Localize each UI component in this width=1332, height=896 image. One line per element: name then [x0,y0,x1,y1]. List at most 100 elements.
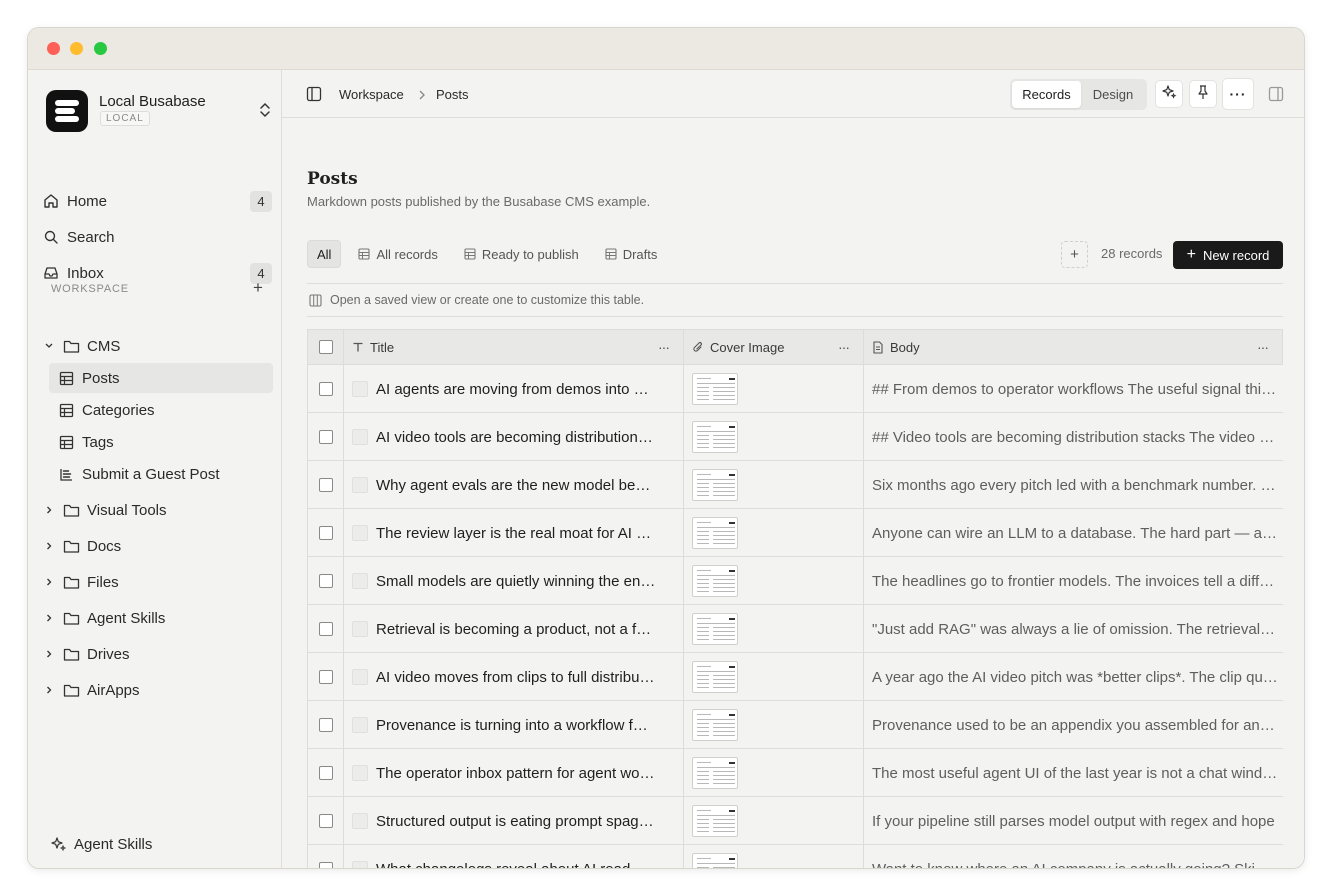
tree-item-categories[interactable]: Categories [49,395,273,425]
chevron-right-icon[interactable] [42,649,56,659]
row-expand-handle[interactable] [352,429,368,445]
title-cell[interactable]: Structured output is eating prompt spagh… [344,797,684,845]
cover-image-cell[interactable] [684,749,864,797]
title-cell[interactable]: Retrieval is becoming a product, not a f… [344,605,684,653]
breadcrumb-posts[interactable]: Posts [436,87,469,102]
body-cell[interactable]: Anyone can wire an LLM to a database. Th… [864,509,1283,557]
right-panel-toggle-icon[interactable] [1268,86,1284,107]
breadcrumb-workspace[interactable]: Workspace [339,87,404,102]
workspace-switcher[interactable]: Local Busabase LOCAL [46,90,272,134]
cover-thumbnail[interactable] [692,373,738,405]
select-all-checkbox[interactable] [318,340,333,354]
row-checkbox[interactable] [318,766,333,780]
cover-thumbnail[interactable] [692,661,738,693]
ai-sparkle-button[interactable] [1155,80,1183,108]
more-options-button[interactable]: ··· [1222,78,1254,110]
tree-folder-drives[interactable]: Drives [42,639,272,669]
body-cell[interactable]: A year ago the AI video pitch was *bette… [864,653,1283,701]
row-expand-handle[interactable] [352,573,368,589]
tree-folder-files[interactable]: Files [42,567,272,597]
row-expand-handle[interactable] [352,861,368,868]
view-tab-all[interactable]: All [307,240,342,268]
cover-image-cell[interactable] [684,845,864,868]
chevron-right-icon[interactable] [42,541,56,551]
row-checkbox[interactable] [318,670,333,684]
minimize-window-button[interactable] [70,42,83,55]
title-cell[interactable]: Small models are quietly winning the ent… [344,557,684,605]
table-row[interactable]: The operator inbox pattern for agent wor… [307,749,1283,797]
body-cell[interactable]: ## Video tools are becoming distribution… [864,413,1283,461]
title-cell[interactable]: AI agents are moving from demos into ope… [344,365,684,413]
title-cell[interactable]: What changelogs reveal about AI roadmaps [344,845,684,868]
cover-thumbnail[interactable] [692,613,738,645]
pin-button[interactable] [1189,80,1217,108]
row-expand-handle[interactable] [352,621,368,637]
nav-search[interactable]: Search [42,223,272,251]
row-expand-handle[interactable] [352,477,368,493]
table-row[interactable]: AI agents are moving from demos into ope… [307,365,1283,413]
body-cell[interactable]: If your pipeline still parses model outp… [864,797,1283,845]
cover-thumbnail[interactable] [692,421,738,453]
chevron-right-icon[interactable] [42,577,56,587]
cover-image-cell[interactable] [684,701,864,749]
table-row[interactable]: Provenance is turning into a workflow fe… [307,701,1283,749]
table-row[interactable]: AI video tools are becoming distribution… [307,413,1283,461]
table-row[interactable]: Retrieval is becoming a product, not a f… [307,605,1283,653]
chevron-down-icon[interactable] [42,341,56,351]
title-cell[interactable]: AI video tools are becoming distribution… [344,413,684,461]
body-cell[interactable]: Want to know where an AI company is actu… [864,845,1283,869]
tree-item-tags[interactable]: Tags [49,427,273,457]
cover-thumbnail[interactable] [692,805,738,837]
column-header-body[interactable]: Body ··· [864,330,1282,364]
cover-thumbnail[interactable] [692,709,738,741]
nav-home[interactable]: Home 4 [42,187,272,215]
cover-thumbnail[interactable] [692,565,738,597]
title-cell[interactable]: The operator inbox pattern for agent wor… [344,749,684,797]
cover-thumbnail[interactable] [692,757,738,789]
view-tab-all-records[interactable]: All records [349,240,446,268]
row-expand-handle[interactable] [352,813,368,829]
cover-image-cell[interactable] [684,461,864,509]
table-row[interactable]: Structured output is eating prompt spagh… [307,797,1283,845]
column-header-title[interactable]: Title ··· [344,330,684,364]
column-menu-icon[interactable]: ··· [838,339,850,355]
table-row[interactable]: Why agent evals are the new model benchm… [307,461,1283,509]
body-cell[interactable]: Six months ago every pitch led with a be… [864,461,1283,509]
table-row[interactable]: Small models are quietly winning the ent… [307,557,1283,605]
cover-image-cell[interactable] [684,509,864,557]
chevron-right-icon[interactable] [42,685,56,695]
body-cell[interactable]: "Just add RAG" was always a lie of omiss… [864,605,1283,653]
body-cell[interactable]: Provenance used to be an appendix you as… [864,701,1283,749]
row-checkbox[interactable] [318,526,333,540]
tree-item-posts[interactable]: Posts [49,363,273,393]
row-checkbox[interactable] [318,622,333,636]
body-cell[interactable]: ## From demos to operator workflows The … [864,365,1283,413]
body-cell[interactable]: The most useful agent UI of the last yea… [864,749,1283,797]
table-row[interactable]: AI video moves from clips to full distri… [307,653,1283,701]
row-checkbox[interactable] [318,382,333,396]
tree-folder-agent-skills[interactable]: Agent Skills [42,603,272,633]
add-section-item-button[interactable]: + [253,278,263,298]
title-cell[interactable]: The review layer is the real moat for AI… [344,509,684,557]
close-window-button[interactable] [47,42,60,55]
row-checkbox[interactable] [318,862,333,868]
table-row[interactable]: The review layer is the real moat for AI… [307,509,1283,557]
cover-image-cell[interactable] [684,797,864,845]
row-checkbox[interactable] [318,718,333,732]
tree-folder-visual-tools[interactable]: Visual Tools [42,495,272,525]
row-expand-handle[interactable] [352,669,368,685]
cover-thumbnail[interactable] [692,517,738,549]
title-cell[interactable]: Provenance is turning into a workflow fe… [344,701,684,749]
chevron-right-icon[interactable] [42,505,56,515]
add-view-button[interactable]: + [1061,241,1088,268]
cover-image-cell[interactable] [684,653,864,701]
row-checkbox[interactable] [318,814,333,828]
tree-folder-docs[interactable]: Docs [42,531,272,561]
sidebar-toggle-icon[interactable] [306,86,322,107]
table-row[interactable]: What changelogs reveal about AI roadmaps… [307,845,1283,869]
row-expand-handle[interactable] [352,765,368,781]
tree-folder-airapps[interactable]: AirApps [42,675,272,705]
column-menu-icon[interactable]: ··· [1257,339,1269,355]
body-cell[interactable]: The headlines go to frontier models. The… [864,557,1283,605]
title-cell[interactable]: Why agent evals are the new model benchm… [344,461,684,509]
